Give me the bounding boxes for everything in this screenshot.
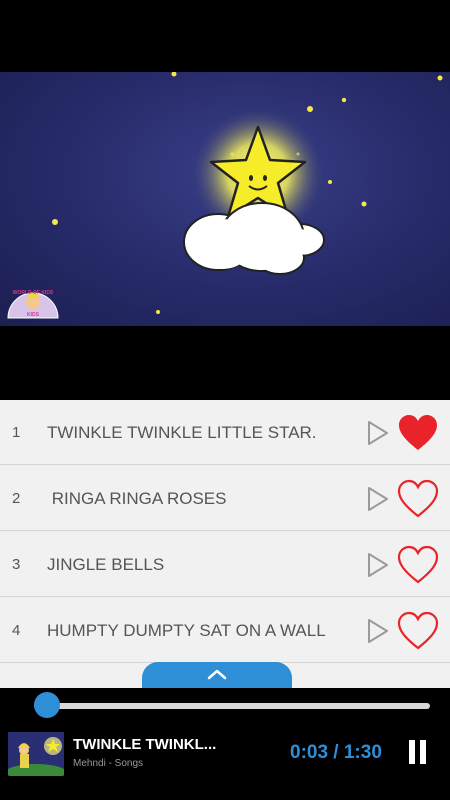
playlist-row[interactable]: 3 JINGLE BELLS bbox=[0, 532, 450, 597]
track-title: RINGA RINGA ROSES bbox=[47, 489, 227, 508]
playlist-row[interactable]: 4 HUMPTY DUMPTY SAT ON A WALL bbox=[0, 598, 450, 663]
playlist: 1 TWINKLE TWINKLE LITTLE STAR. 2 RINGA R… bbox=[0, 400, 450, 688]
heart-outline-icon[interactable] bbox=[396, 610, 440, 652]
video-spacer bbox=[0, 326, 450, 400]
video-frame-illustration: WORLD OF KIDS KIDS bbox=[7, 72, 443, 319]
track-title: TWINKLE TWINKLE LITTLE STAR. bbox=[47, 423, 317, 442]
play-outline-icon[interactable] bbox=[366, 486, 390, 512]
track-number: 1 bbox=[12, 424, 21, 441]
seek-thumb[interactable] bbox=[34, 692, 61, 718]
logo-text: WORLD OF KIDS bbox=[13, 290, 54, 296]
playback-time: 0:03 / 1:30 bbox=[290, 742, 382, 763]
mini-player: TWINKLE TWINKL... Mehndi - Songs 0:03 / … bbox=[0, 688, 450, 800]
seek-bar[interactable] bbox=[34, 703, 430, 709]
video-player[interactable]: WORLD OF KIDS KIDS bbox=[0, 72, 450, 326]
playlist-row[interactable]: 1 TWINKLE TWINKLE LITTLE STAR. bbox=[0, 400, 450, 465]
track-title: JINGLE BELLS bbox=[47, 555, 165, 574]
now-playing-artwork bbox=[8, 732, 64, 776]
track-number: 4 bbox=[12, 622, 21, 639]
play-outline-icon[interactable] bbox=[366, 420, 390, 446]
heart-outline-icon[interactable] bbox=[396, 478, 440, 520]
track-number: 2 bbox=[12, 490, 21, 507]
pause-icon[interactable] bbox=[406, 740, 428, 764]
play-outline-icon[interactable] bbox=[366, 552, 390, 578]
track-title: HUMPTY DUMPTY SAT ON A WALL bbox=[47, 621, 326, 640]
track-number: 3 bbox=[12, 556, 21, 573]
play-outline-icon[interactable] bbox=[366, 618, 390, 644]
now-playing-subtitle: Mehndi - Songs bbox=[73, 758, 144, 769]
expand-player-button[interactable] bbox=[142, 662, 292, 690]
status-area bbox=[0, 0, 450, 72]
channel-logo: WORLD OF KIDS KIDS bbox=[7, 290, 59, 319]
heart-filled-icon[interactable] bbox=[396, 412, 440, 454]
playlist-row[interactable]: 2 RINGA RINGA ROSES bbox=[0, 466, 450, 531]
logo-subtext: KIDS bbox=[27, 312, 40, 318]
now-playing-title: TWINKLE TWINKL... bbox=[73, 736, 217, 753]
heart-outline-icon[interactable] bbox=[396, 544, 440, 586]
chevron-up-icon bbox=[207, 669, 227, 680]
